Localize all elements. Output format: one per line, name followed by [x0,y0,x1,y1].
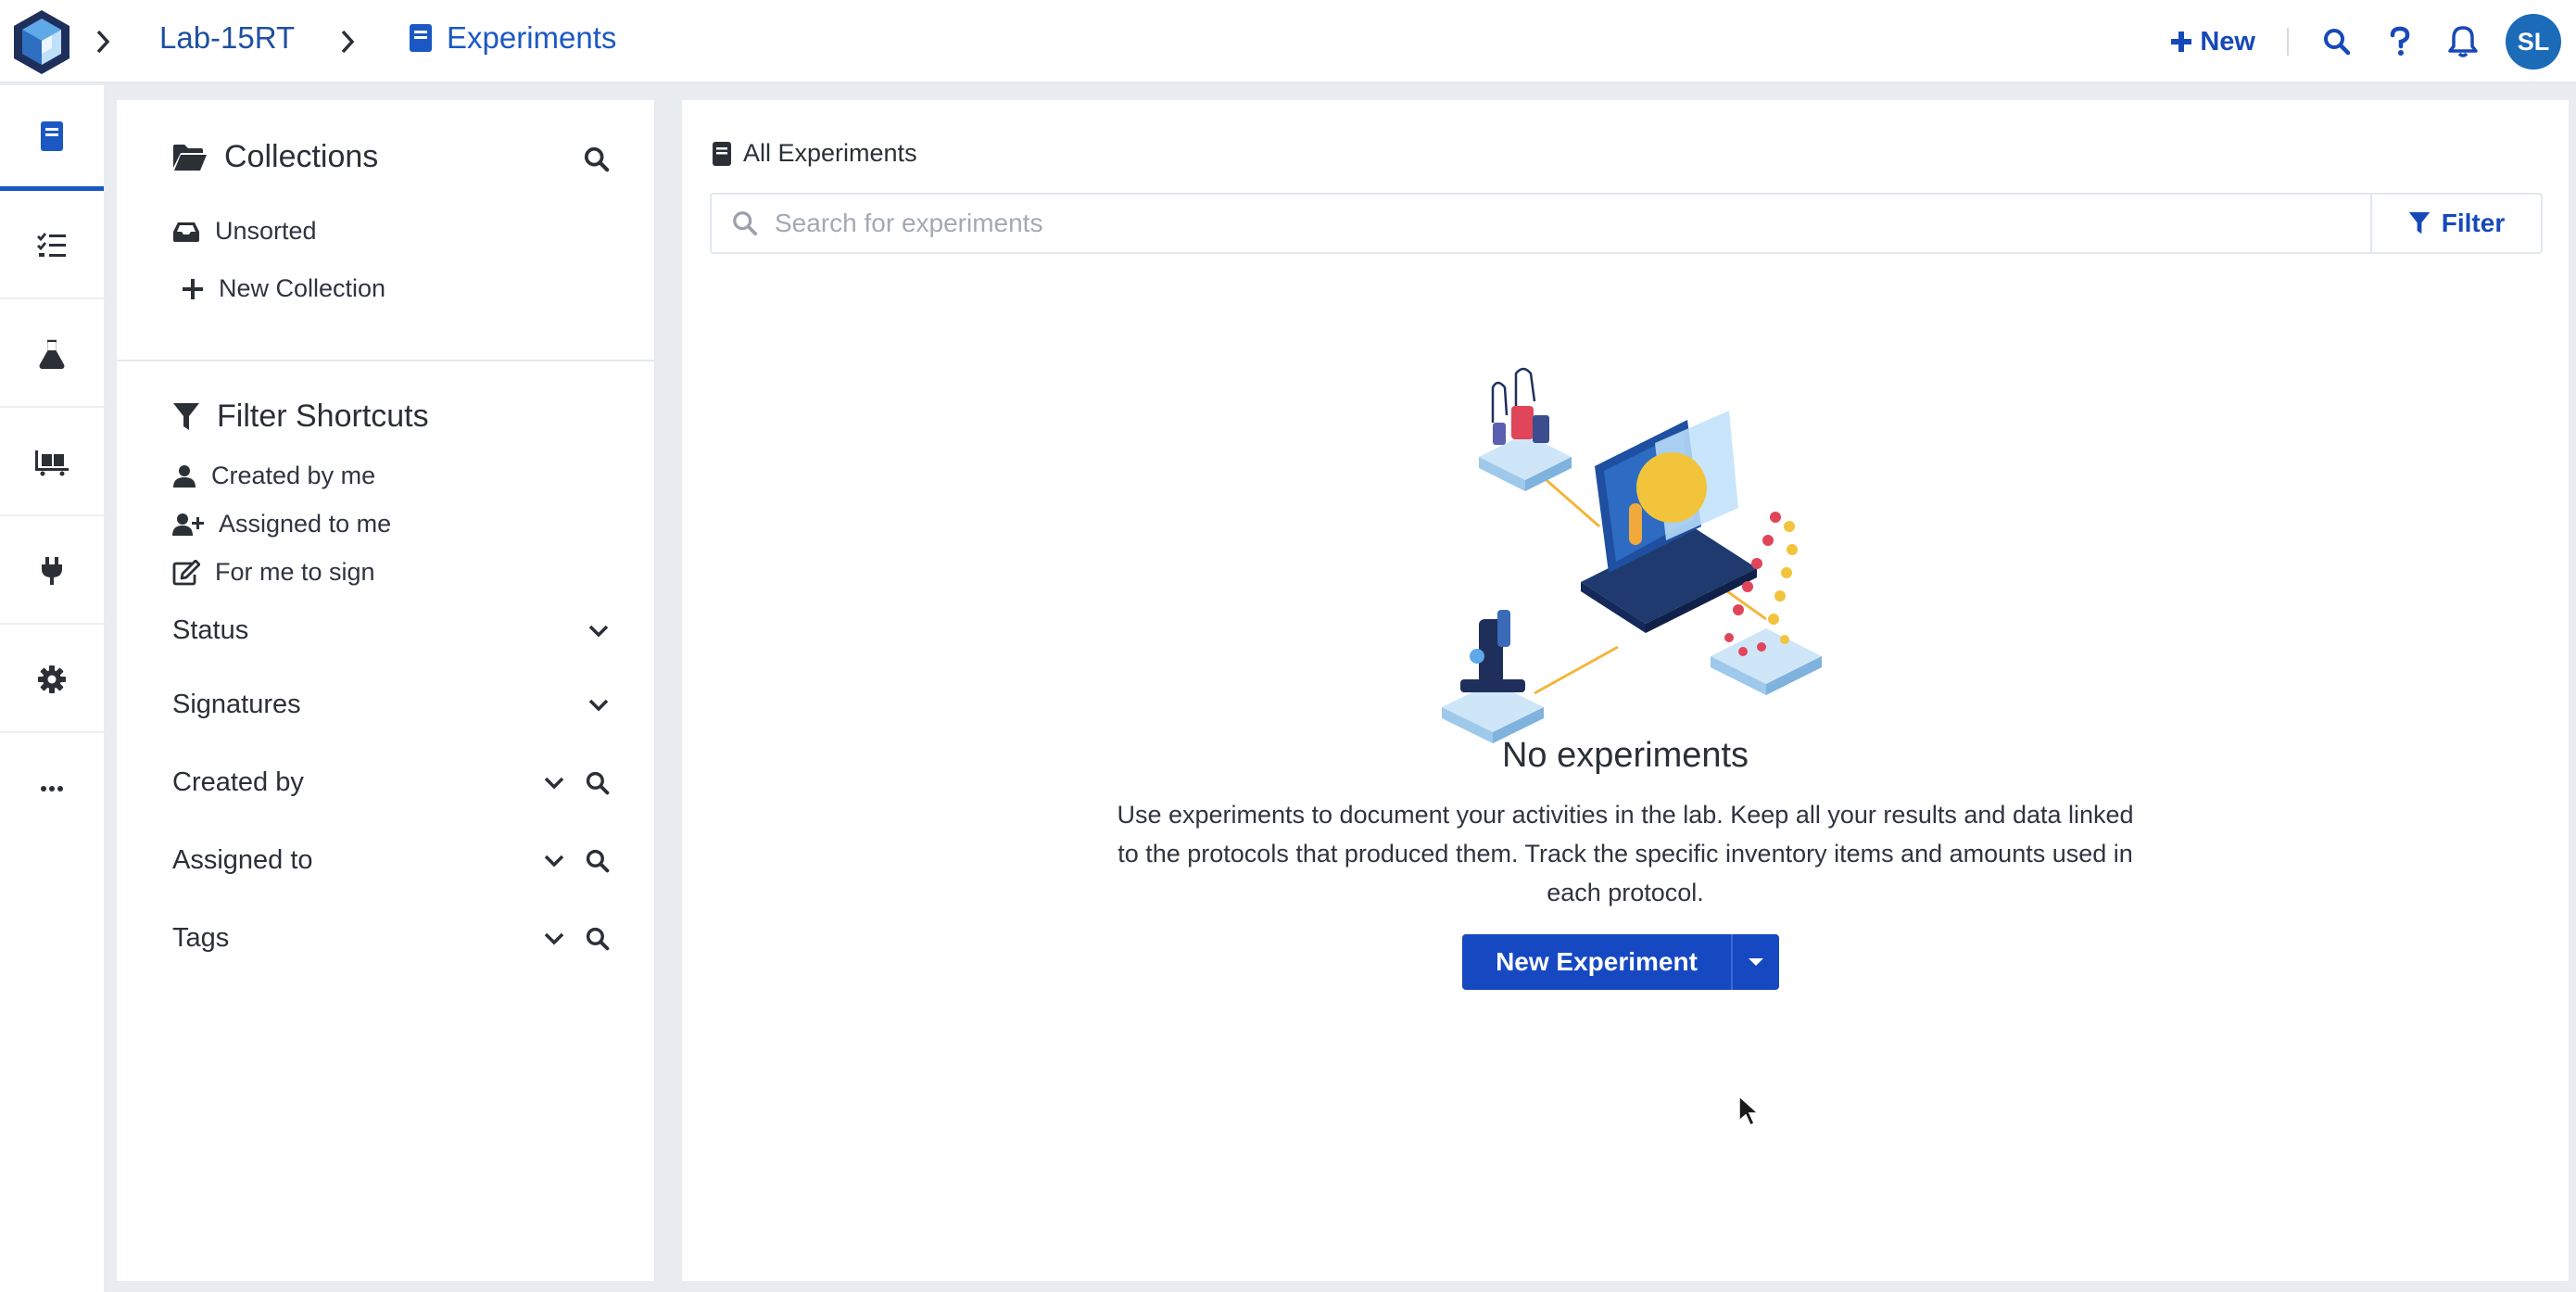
funnel-icon [173,402,199,430]
rail-item-experiments[interactable] [0,85,104,191]
shortcut-assigned-to-me[interactable]: Assigned to me [172,510,391,538]
empty-state-description: Use experiments to document your activit… [1117,801,2134,906]
breadcrumb-experiments-label: Experiments [447,20,617,55]
folder-open-icon [173,144,207,171]
divider [2287,28,2289,56]
caret-down-icon [1749,958,1763,966]
flask-icon [39,339,65,369]
chevron-down-icon[interactable] [543,776,565,791]
user-plus-icon [172,513,204,536]
filter-group-status[interactable]: Status [172,615,610,646]
main-content: All Experiments Filter [682,100,2569,1281]
filter-group-created-by[interactable]: Created by [172,767,610,798]
shortcut-for-me-to-sign[interactable]: For me to sign [172,558,375,587]
collections-search-button[interactable] [584,146,610,177]
filter-group-tags-label: Tags [172,923,230,953]
plus-icon [183,278,203,299]
more-icon [41,786,63,792]
collections-title-label: Collections [224,139,379,174]
chevron-down-icon[interactable] [543,931,565,946]
collection-unsorted[interactable]: Unsorted [172,217,317,246]
chevron-down-icon [588,625,609,637]
chevron-right-icon [341,30,355,54]
mouse-cursor-icon [1738,1096,1759,1127]
filter-group-created-by-label: Created by [172,767,304,797]
experiment-search-bar: Filter [710,193,2543,254]
search-icon [2324,29,2351,56]
search-icon [733,211,758,236]
search-icon[interactable] [586,771,610,795]
inbox-icon [173,222,199,242]
filter-group-assigned-to-label: Assigned to [172,845,313,875]
breadcrumb-experiments[interactable]: Experiments [408,20,616,56]
new-button[interactable]: New [2170,27,2255,57]
rail-item-integrations[interactable] [0,519,104,625]
filter-group-signatures-label: Signatures [172,690,301,719]
experiment-search-input[interactable] [775,209,2370,238]
help-button[interactable] [2380,21,2420,62]
breadcrumb-lab-label: Lab-15RT [159,20,296,55]
user-icon [173,464,196,488]
filter-button-label: Filter [2441,209,2506,237]
empty-state-title: No experiments [1501,736,1749,775]
notebook-icon [713,141,731,166]
filter-shortcuts-title-label: Filter Shortcuts [217,399,429,434]
top-actions: New SL [2170,13,2561,70]
inventory-cart-icon [35,450,69,476]
filter-group-status-label: Status [172,615,249,645]
rail-item-inventory[interactable] [0,411,104,516]
new-button-label: New [2200,26,2255,57]
empty-state-illustration [1442,367,1822,743]
rail-item-lab[interactable] [0,302,104,408]
avatar-initials: SL [2517,27,2550,56]
notifications-button[interactable] [2443,21,2483,62]
chevron-right-icon [96,30,110,54]
filter-shortcuts-title: Filter Shortcuts [172,399,429,435]
collections-title: Collections [172,139,378,175]
new-collection-button[interactable]: New Collection [182,274,385,303]
breadcrumb-lab[interactable]: Lab-15RT [159,20,295,56]
panel-divider [117,360,654,361]
collections-panel: Collections Unsorted New Collection Filt… [117,100,656,1281]
notebook-icon [410,24,432,52]
new-experiment-label: New Experiment [1496,947,1698,976]
plug-icon [42,557,62,585]
question-icon [2390,26,2410,56]
user-avatar[interactable]: SL [2506,14,2561,70]
filter-group-tags[interactable]: Tags [172,923,610,954]
notebook-icon [41,120,63,151]
new-experiment-dropdown[interactable] [1731,934,1779,990]
plus-icon [2171,32,2192,52]
all-experiments-label: All Experiments [743,139,917,167]
collection-unsorted-label: Unsorted [215,217,317,245]
shortcut-assigned-to-me-label: Assigned to me [219,510,392,538]
rail-item-more[interactable] [0,736,104,842]
rail-item-settings[interactable] [0,627,104,733]
app-logo-icon[interactable] [9,7,74,76]
shortcut-for-me-to-sign-label: For me to sign [215,558,375,586]
filter-button[interactable]: Filter [2370,195,2541,252]
funnel-icon [2408,212,2430,234]
all-experiments-title: All Experiments [712,139,917,168]
rail-item-protocols[interactable] [0,194,104,299]
search-icon [584,146,610,172]
search-icon[interactable] [586,849,610,873]
edit-icon [172,559,200,585]
checklist-icon [37,233,66,257]
top-bar: Lab-15RT Experiments New SL [0,0,2576,83]
bell-icon [2448,26,2478,57]
filter-group-signatures[interactable]: Signatures [172,690,610,720]
chevron-down-icon [588,699,609,711]
shortcut-created-by-me-label: Created by me [211,462,376,489]
search-button[interactable] [2317,21,2357,62]
filter-group-assigned-to[interactable]: Assigned to [172,845,610,876]
new-experiment-button[interactable]: New Experiment [1462,934,1779,990]
gear-icon [38,665,66,693]
shortcut-created-by-me[interactable]: Created by me [172,462,375,490]
search-icon[interactable] [586,927,610,951]
new-collection-label: New Collection [219,274,386,302]
left-rail [0,85,104,1292]
chevron-down-icon[interactable] [543,854,565,868]
